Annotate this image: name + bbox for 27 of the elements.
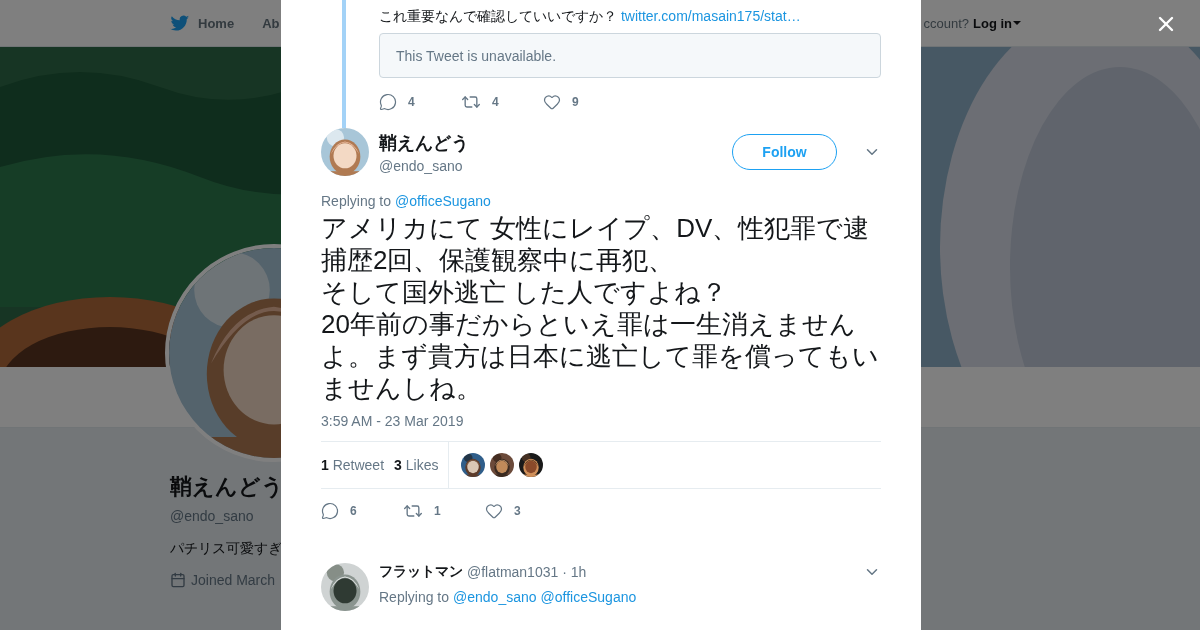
mention-link[interactable]: @endo_sano [453, 589, 537, 605]
reply-icon[interactable] [321, 502, 339, 520]
joined-date: Joined March [191, 572, 276, 588]
profile-name: 鞘えんどう [170, 473, 284, 501]
bird-icon [170, 14, 190, 32]
action-count: 6 [350, 504, 357, 518]
action-count: 3 [514, 504, 521, 518]
action-count: 1 [434, 504, 441, 518]
profile-handle: @endo_sano [170, 508, 254, 524]
calendar-icon [170, 572, 186, 588]
login-prompt: ccount? [923, 15, 969, 31]
profile-bio: パチリス可愛すぎ [170, 540, 282, 558]
heart-icon[interactable] [485, 502, 503, 520]
author-name[interactable]: フラットマン [379, 563, 463, 581]
tweet-link[interactable]: twitter.com/masain175/stat… [620, 8, 801, 24]
tweet-text: これ重要なんで確認していいですか？ twitter.com/masain175/stat… [379, 7, 802, 26]
replying-label: Replying to [379, 589, 450, 605]
tweet-time: · 1h [562, 564, 587, 580]
login-link[interactable]: Log in [973, 15, 1022, 31]
nav-link[interactable]: Home [170, 14, 235, 32]
caret-icon [1012, 18, 1022, 28]
mention-link[interactable]: @officeSugano [540, 589, 637, 605]
stat-link[interactable]: 1 Retweet [321, 457, 385, 473]
stat-link[interactable]: 3 Likes [394, 457, 439, 473]
nav-link[interactable]: Ab [262, 15, 280, 31]
author-handle[interactable]: @flatman1031 [467, 564, 559, 580]
tweet-timestamp: 3:59 AM - 23 Mar 2019 [321, 413, 465, 429]
